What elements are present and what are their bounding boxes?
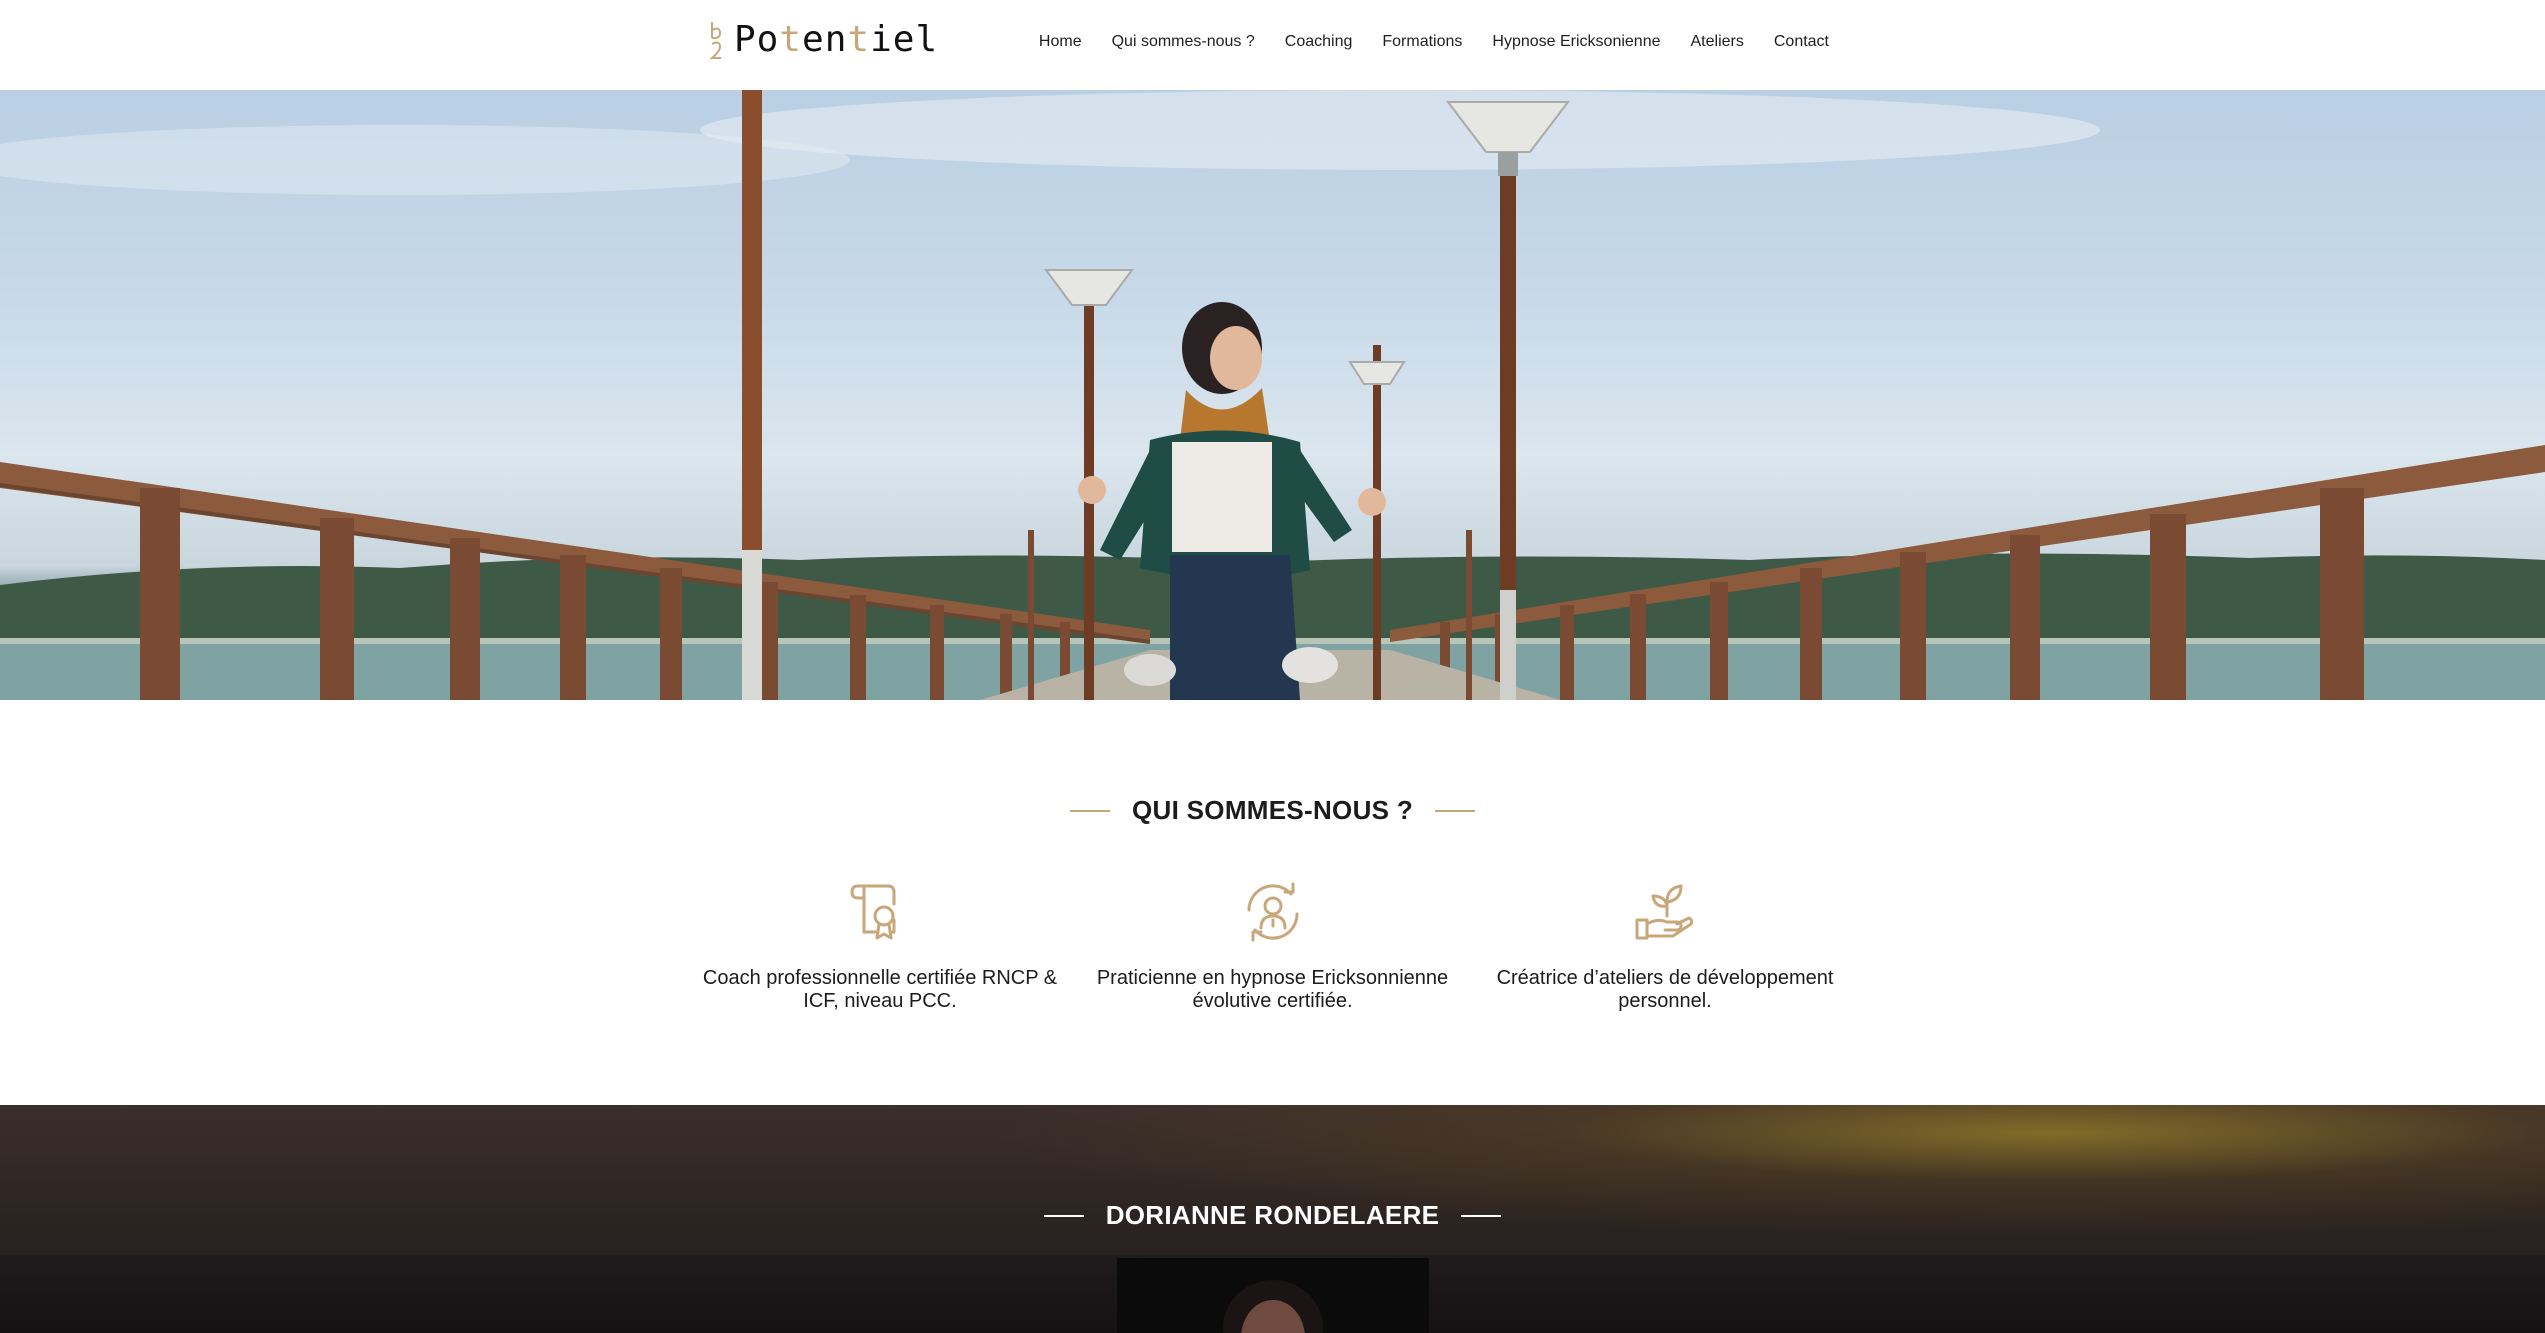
nav-home[interactable]: Home [1039, 33, 1082, 51]
site-header: Potentiel Home Qui sommes-nous ? Coachin… [0, 0, 2545, 90]
heading-divider-left [1043, 1214, 1084, 1217]
person-heading: DORIANNE RONDELAERE [0, 1200, 2545, 1231]
portrait-photo [1117, 1258, 1429, 1333]
heading-divider-left [1070, 809, 1110, 812]
main-nav: Home Qui sommes-nous ? Coaching Formatio… [1039, 33, 1829, 51]
heading-divider-right [1461, 1214, 1502, 1217]
nav-coaching[interactable]: Coaching [1285, 33, 1353, 51]
hand-plant-icon [1635, 884, 1694, 940]
certificate-icon [850, 884, 896, 940]
hypnosis-head-icon [1246, 882, 1299, 942]
features-list: Coach professionnelle certifiée RNCP & I… [700, 880, 1845, 1013]
about-heading: QUI SOMMES-NOUS ? [0, 795, 2545, 826]
feature-text: Praticienne en hypnose Ericksonnienne év… [1096, 967, 1449, 1012]
feature-item: Créatrice d’ateliers de développement pe… [1485, 880, 1845, 1013]
nav-contact[interactable]: Contact [1774, 33, 1829, 51]
site-logo[interactable]: Potentiel [708, 18, 938, 62]
nav-formations[interactable]: Formations [1382, 33, 1462, 51]
pier-scene-illustration [0, 90, 2545, 700]
logo-wordmark: Potentiel [734, 19, 939, 60]
person-title: DORIANNE RONDELAERE [1105, 1200, 1440, 1230]
hero-image [0, 90, 2545, 700]
nav-ateliers[interactable]: Ateliers [1691, 33, 1744, 51]
feature-text: Créatrice d’ateliers de développement pe… [1496, 967, 1834, 1012]
logo-mark-icon [709, 22, 722, 59]
nav-hypnose[interactable]: Hypnose Ericksonienne [1492, 33, 1660, 51]
feature-item: Coach professionnelle certifiée RNCP & I… [700, 880, 1060, 1013]
feature-text: Coach professionnelle certifiée RNCP & I… [702, 967, 1058, 1012]
about-title: QUI SOMMES-NOUS ? [1132, 795, 1413, 825]
nav-qui-sommes-nous[interactable]: Qui sommes-nous ? [1112, 33, 1255, 51]
portrait-illustration [1223, 1280, 1323, 1333]
heading-divider-right [1435, 809, 1475, 812]
feature-item: Praticienne en hypnose Ericksonnienne év… [1093, 880, 1453, 1013]
